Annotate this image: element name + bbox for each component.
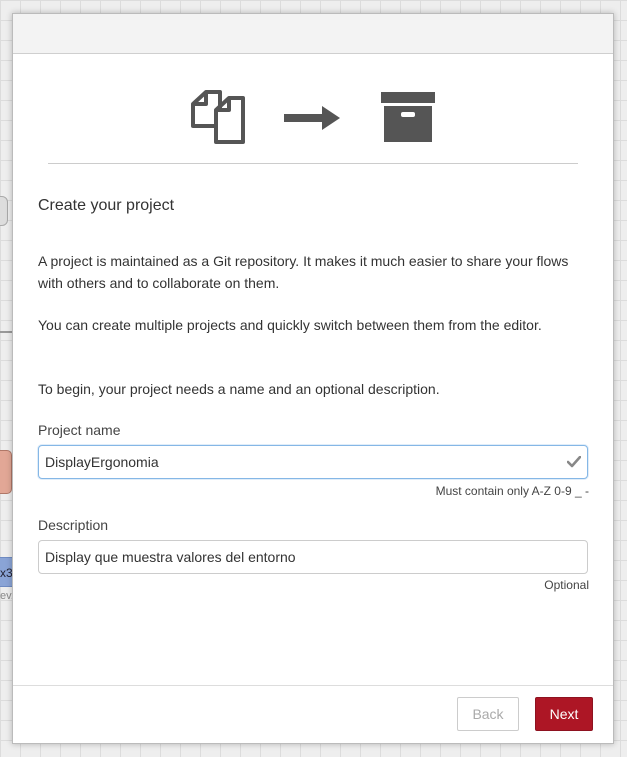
background-node: [0, 196, 8, 226]
dialog-footer: Back Next: [13, 685, 613, 743]
project-name-input[interactable]: [38, 445, 588, 479]
check-icon: [566, 455, 582, 473]
create-project-dialog: Create your project A project is maintai…: [12, 13, 614, 744]
back-button[interactable]: Back: [457, 697, 519, 731]
background-node: [0, 450, 12, 494]
project-name-hint: Must contain only A-Z 0-9 _ -: [435, 484, 589, 498]
arrow-right-icon: [284, 106, 340, 130]
dialog-content: Create your project A project is maintai…: [38, 54, 589, 592]
project-name-label: Project name: [38, 422, 121, 438]
next-button[interactable]: Next: [535, 697, 593, 731]
dialog-heading: Create your project: [38, 197, 175, 214]
intro-paragraph: You can create multiple projects and qui…: [38, 317, 542, 333]
intro-paragraph: A project is maintained as a Git reposit…: [38, 253, 569, 291]
archive-icon: [381, 92, 435, 142]
description-hint: Optional: [544, 578, 589, 592]
background-node-label: x3: [0, 566, 13, 580]
project-hero-illustration: [48, 54, 578, 164]
files-icon: [190, 90, 248, 146]
dialog-titlebar: [13, 14, 613, 54]
description-input[interactable]: [38, 540, 588, 574]
description-label: Description: [38, 517, 109, 533]
intro-paragraph: To begin, your project needs a name and …: [38, 381, 440, 397]
